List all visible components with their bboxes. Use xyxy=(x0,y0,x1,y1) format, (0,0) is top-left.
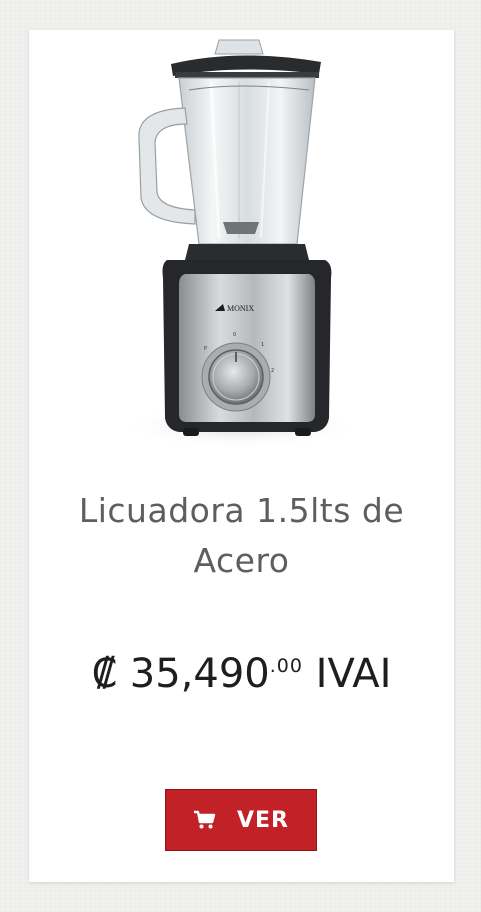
svg-text:0: 0 xyxy=(233,332,236,338)
product-image-blender[interactable]: MONIX 0 P 1 2 xyxy=(119,38,359,448)
view-button-label: VER xyxy=(237,807,289,833)
product-price: ₡ 35,490.00 IVAI xyxy=(29,642,454,698)
brand-logo-text: MONIX xyxy=(227,304,254,313)
currency-symbol: ₡ xyxy=(91,651,118,697)
view-product-button[interactable]: VER xyxy=(165,789,317,851)
svg-text:2: 2 xyxy=(271,368,274,374)
shopping-cart-icon xyxy=(194,810,216,829)
tax-label: IVAI xyxy=(315,651,392,697)
price-amount: 35,490 xyxy=(129,651,270,697)
svg-text:P: P xyxy=(204,346,207,352)
price-cents: .00 xyxy=(269,655,303,677)
product-title[interactable]: Licuadora 1.5lts de Acero xyxy=(29,486,454,586)
product-card: MONIX 0 P 1 2 Licuadora 1.5lts de Acero … xyxy=(29,30,454,882)
svg-text:1: 1 xyxy=(261,342,264,348)
